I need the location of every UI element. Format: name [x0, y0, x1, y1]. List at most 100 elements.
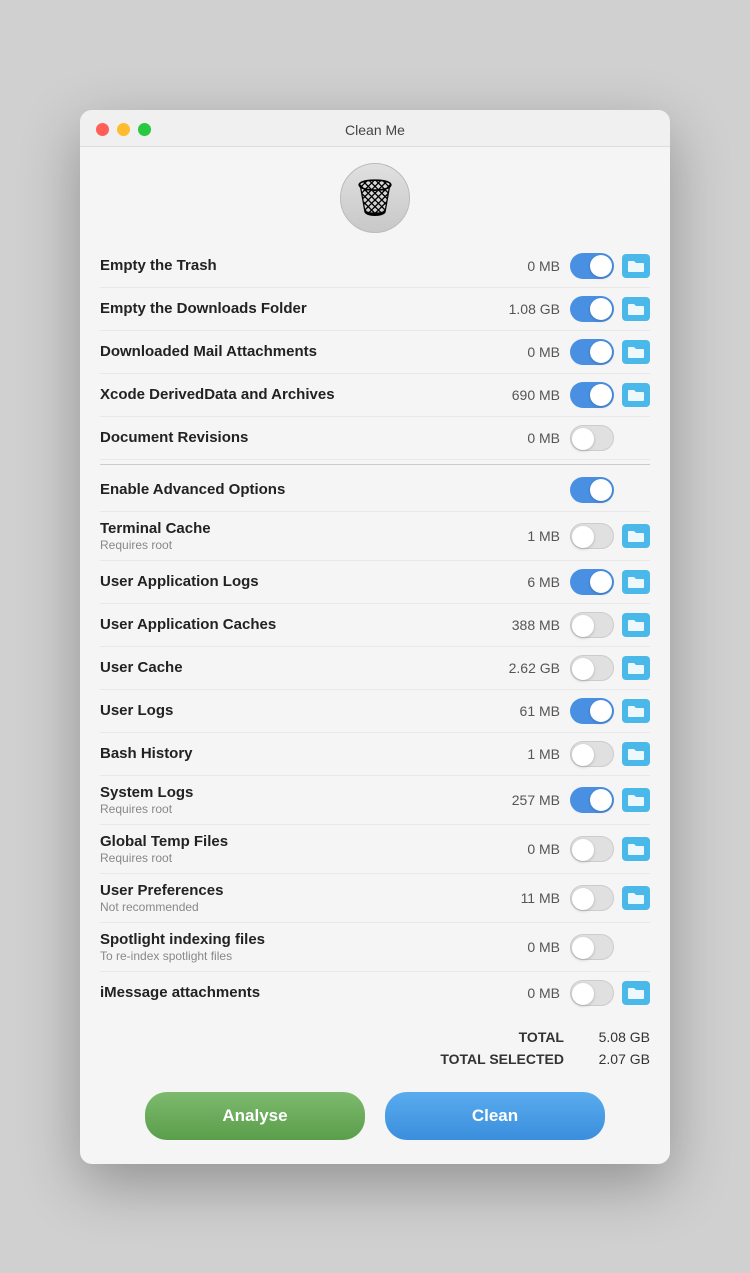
- app-icon-area: 🗑: [80, 147, 670, 245]
- item-name-empty-trash: Empty the Trash: [100, 257, 490, 274]
- toggle-app-caches[interactable]: [570, 612, 614, 638]
- item-name-xcode-data: Xcode DerivedData and Archives: [100, 386, 490, 403]
- folder-btn-app-caches[interactable]: [622, 613, 650, 637]
- list-item-user-prefs: User PreferencesNot recommended11 MB: [100, 874, 650, 923]
- toggle-spotlight-files[interactable]: [570, 934, 614, 960]
- item-name-imessage: iMessage attachments: [100, 984, 490, 1001]
- toggle-advanced-options[interactable]: [570, 477, 614, 503]
- total-label: TOTAL: [519, 1029, 564, 1045]
- toggle-user-prefs[interactable]: [570, 885, 614, 911]
- list-item-user-cache: User Cache2.62 GB: [100, 647, 650, 690]
- list-item-global-temp: Global Temp FilesRequires root0 MB: [100, 825, 650, 874]
- toggle-user-logs[interactable]: [570, 698, 614, 724]
- toggle-xcode-data[interactable]: [570, 382, 614, 408]
- list-item-user-logs: User Logs61 MB: [100, 690, 650, 733]
- item-size-app-logs: 6 MB: [490, 574, 560, 590]
- item-name-global-temp: Global Temp Files: [100, 833, 490, 850]
- folder-btn-downloads-folder[interactable]: [622, 297, 650, 321]
- item-sub-user-prefs: Not recommended: [100, 900, 490, 914]
- list-item-system-logs: System LogsRequires root257 MB: [100, 776, 650, 825]
- folder-btn-mail-attachments[interactable]: [622, 340, 650, 364]
- item-size-system-logs: 257 MB: [490, 792, 560, 808]
- close-button[interactable]: [96, 123, 109, 136]
- item-size-xcode-data: 690 MB: [490, 387, 560, 403]
- item-size-user-logs: 61 MB: [490, 703, 560, 719]
- list-item-xcode-data: Xcode DerivedData and Archives690 MB: [100, 374, 650, 417]
- list-item-spotlight-files: Spotlight indexing filesTo re-index spot…: [100, 923, 650, 972]
- folder-btn-global-temp[interactable]: [622, 837, 650, 861]
- analyse-button[interactable]: Analyse: [145, 1092, 365, 1140]
- folder-btn-imessage[interactable]: [622, 981, 650, 1005]
- item-size-terminal-cache: 1 MB: [490, 528, 560, 544]
- list-item-bash-history: Bash History1 MB: [100, 733, 650, 776]
- item-size-global-temp: 0 MB: [490, 841, 560, 857]
- list-item-terminal-cache: Terminal CacheRequires root1 MB: [100, 512, 650, 561]
- item-size-doc-revisions: 0 MB: [490, 430, 560, 446]
- list-item-downloads-folder: Empty the Downloads Folder1.08 GB: [100, 288, 650, 331]
- item-sub-terminal-cache: Requires root: [100, 538, 490, 552]
- item-name-bash-history: Bash History: [100, 745, 490, 762]
- folder-btn-bash-history[interactable]: [622, 742, 650, 766]
- toggle-user-cache[interactable]: [570, 655, 614, 681]
- total-selected-value: 2.07 GB: [580, 1051, 650, 1067]
- maximize-button[interactable]: [138, 123, 151, 136]
- totals-section: TOTAL 5.08 GB TOTAL SELECTED 2.07 GB: [80, 1014, 670, 1076]
- item-name-user-prefs: User Preferences: [100, 882, 490, 899]
- traffic-lights: [96, 123, 151, 136]
- titlebar: Clean Me: [80, 110, 670, 147]
- item-name-terminal-cache: Terminal Cache: [100, 520, 490, 537]
- item-name-spotlight-files: Spotlight indexing files: [100, 931, 490, 948]
- total-selected-row: TOTAL SELECTED 2.07 GB: [100, 1048, 650, 1070]
- list-item-app-logs: User Application Logs6 MB: [100, 561, 650, 604]
- item-name-doc-revisions: Document Revisions: [100, 429, 490, 446]
- window-title: Clean Me: [345, 122, 405, 138]
- toggle-terminal-cache[interactable]: [570, 523, 614, 549]
- folder-btn-xcode-data[interactable]: [622, 383, 650, 407]
- folder-btn-user-logs[interactable]: [622, 699, 650, 723]
- list-item-doc-revisions: Document Revisions0 MB: [100, 417, 650, 460]
- item-size-mail-attachments: 0 MB: [490, 344, 560, 360]
- toggle-system-logs[interactable]: [570, 787, 614, 813]
- items-list: Empty the Trash0 MB Empty the Downloads …: [80, 245, 670, 1014]
- app-window: Clean Me 🗑 Empty the Trash0 MB Empty the…: [80, 110, 670, 1164]
- item-sub-global-temp: Requires root: [100, 851, 490, 865]
- folder-btn-app-logs[interactable]: [622, 570, 650, 594]
- minimize-button[interactable]: [117, 123, 130, 136]
- buttons-row: Analyse Clean: [80, 1076, 670, 1140]
- list-item-imessage: iMessage attachments0 MB: [100, 972, 650, 1014]
- item-sub-spotlight-files: To re-index spotlight files: [100, 949, 490, 963]
- toggle-downloads-folder[interactable]: [570, 296, 614, 322]
- item-size-downloads-folder: 1.08 GB: [490, 301, 560, 317]
- folder-btn-terminal-cache[interactable]: [622, 524, 650, 548]
- app-icon-circle: 🗑: [340, 163, 410, 233]
- toggle-bash-history[interactable]: [570, 741, 614, 767]
- list-item-mail-attachments: Downloaded Mail Attachments0 MB: [100, 331, 650, 374]
- item-name-mail-attachments: Downloaded Mail Attachments: [100, 343, 490, 360]
- total-selected-label: TOTAL SELECTED: [440, 1051, 564, 1067]
- toggle-app-logs[interactable]: [570, 569, 614, 595]
- folder-btn-system-logs[interactable]: [622, 788, 650, 812]
- item-size-imessage: 0 MB: [490, 985, 560, 1001]
- toggle-mail-attachments[interactable]: [570, 339, 614, 365]
- trash-icon: 🗑: [352, 177, 398, 219]
- toggle-doc-revisions[interactable]: [570, 425, 614, 451]
- folder-btn-user-prefs[interactable]: [622, 886, 650, 910]
- item-size-user-cache: 2.62 GB: [490, 660, 560, 676]
- item-sub-system-logs: Requires root: [100, 802, 490, 816]
- item-size-spotlight-files: 0 MB: [490, 939, 560, 955]
- total-row: TOTAL 5.08 GB: [100, 1026, 650, 1048]
- toggle-empty-trash[interactable]: [570, 253, 614, 279]
- item-size-user-prefs: 11 MB: [490, 890, 560, 906]
- item-size-app-caches: 388 MB: [490, 617, 560, 633]
- folder-btn-user-cache[interactable]: [622, 656, 650, 680]
- toggle-imessage[interactable]: [570, 980, 614, 1006]
- list-item-empty-trash: Empty the Trash0 MB: [100, 245, 650, 288]
- item-name-downloads-folder: Empty the Downloads Folder: [100, 300, 490, 317]
- list-item-app-caches: User Application Caches388 MB: [100, 604, 650, 647]
- clean-button[interactable]: Clean: [385, 1092, 605, 1140]
- item-name-advanced-options: Enable Advanced Options: [100, 481, 500, 498]
- item-name-system-logs: System Logs: [100, 784, 490, 801]
- item-size-bash-history: 1 MB: [490, 746, 560, 762]
- folder-btn-empty-trash[interactable]: [622, 254, 650, 278]
- toggle-global-temp[interactable]: [570, 836, 614, 862]
